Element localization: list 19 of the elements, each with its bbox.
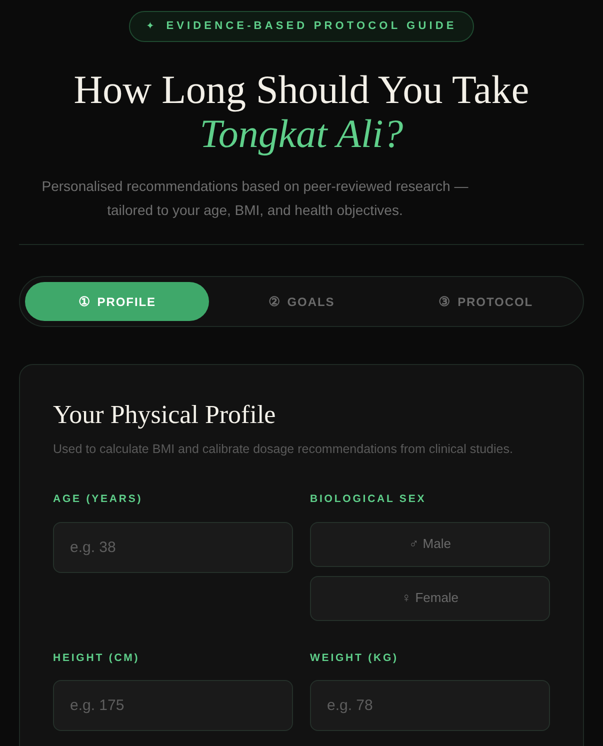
option-button[interactable]: ♀ Female: [310, 576, 550, 620]
card-title: Your Physical Profile: [53, 399, 277, 431]
card-description: Used to calculate BMI and calibrate dosage recommendations from clinical studies.: [53, 441, 514, 458]
field-label: WEIGHT (KG): [310, 650, 400, 666]
badge-label: EVIDENCE-BASED PROTOCOL GUIDE: [166, 19, 457, 34]
field-label: HEIGHT (CM): [53, 650, 141, 666]
page-title-highlight: Tongkat Ali?: [200, 112, 404, 156]
input-field[interactable]: e.g. 78: [310, 680, 550, 732]
input-field[interactable]: e.g. 38: [53, 522, 293, 572]
page-title: How Long Should You Take: [74, 68, 530, 112]
page-subtitle: Personalised recommendations based on peer-reviewed research — tailored to your age, BMI, and health objectives.: [40, 177, 470, 220]
step-tab[interactable]: ② GOALS: [209, 282, 394, 321]
field-label: BIOLOGICAL SEX: [310, 492, 428, 507]
step-tab[interactable]: ① PROFILE: [25, 282, 210, 321]
option-button[interactable]: ♂ Male: [310, 522, 550, 566]
field-label: AGE (YEARS): [53, 492, 144, 507]
step-tab[interactable]: ③ PROTOCOL: [394, 282, 578, 321]
sparkle-icon: ✦: [146, 19, 154, 34]
input-field[interactable]: e.g. 175: [53, 680, 293, 732]
